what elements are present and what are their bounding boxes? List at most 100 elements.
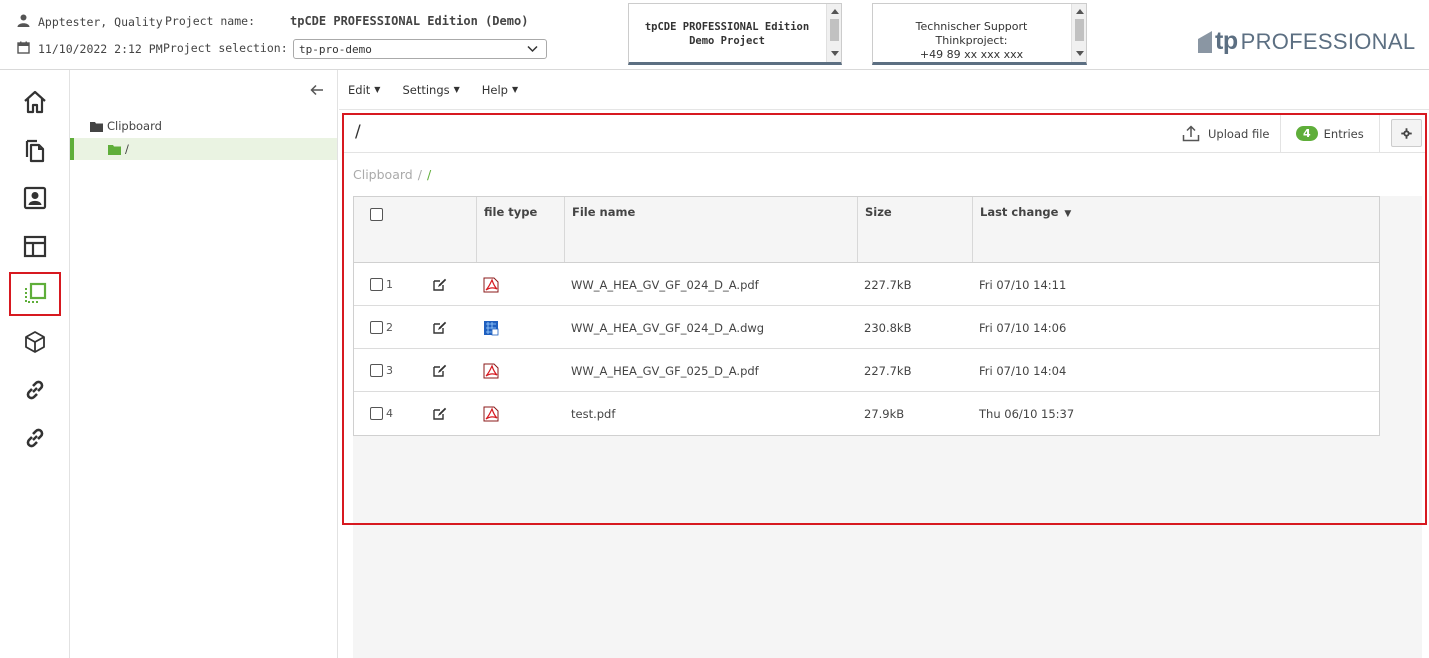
last-change: Fri 07/10 14:06 bbox=[979, 320, 1067, 335]
user-name: Apptester, Quality bbox=[38, 15, 163, 29]
table-header: file type File name Size Last change ▼ bbox=[354, 197, 1379, 263]
pdf-file-icon bbox=[483, 392, 499, 435]
contacts-icon bbox=[23, 186, 47, 210]
support-info-line: Thinkproject: bbox=[935, 34, 1008, 47]
tp-professional-logo: tp PROFESSIONAL bbox=[1198, 27, 1415, 56]
rail-link[interactable] bbox=[9, 368, 61, 412]
breadcrumb-clipboard[interactable]: Clipboard bbox=[353, 167, 413, 182]
sort-desc-icon: ▼ bbox=[1064, 209, 1072, 219]
file-size: 27.9kB bbox=[864, 406, 905, 421]
edit-icon[interactable] bbox=[433, 392, 447, 435]
menu-edit[interactable]: Edit ▼ bbox=[348, 83, 380, 97]
cube-icon bbox=[25, 331, 45, 353]
user-icon bbox=[17, 14, 30, 30]
project-name-label: Project name: bbox=[165, 14, 256, 28]
row-checkbox[interactable] bbox=[370, 321, 383, 334]
project-info-line: Demo Project bbox=[689, 35, 765, 47]
file-size: 230.8kB bbox=[864, 320, 912, 335]
table-row[interactable]: 3 WW_A_HEA_GV_GF_025_D_A.pdf 227.7kB Fri… bbox=[354, 349, 1379, 392]
link-icon bbox=[26, 380, 44, 400]
column-header-file-type[interactable]: file type bbox=[476, 197, 564, 262]
breadcrumb-current: / bbox=[426, 167, 432, 182]
support-info-line: Technischer Support bbox=[915, 20, 1028, 33]
support-info-text: Technischer Support Thinkproject: +49 89… bbox=[873, 20, 1070, 62]
table-row[interactable]: 4 test.pdf 27.9kB Thu 06/10 15:37 bbox=[354, 392, 1379, 435]
tree-node-clipboard[interactable]: Clipboard bbox=[90, 119, 162, 133]
table-row[interactable]: 1 WW_A_HEA_GV_GF_024_D_A.pdf 227.7kB Fri… bbox=[354, 263, 1379, 306]
caret-down-icon: ▼ bbox=[511, 85, 519, 94]
menu-settings[interactable]: Settings ▼ bbox=[402, 83, 459, 97]
rail-cube[interactable] bbox=[9, 320, 61, 364]
home-icon bbox=[24, 90, 46, 114]
edit-icon[interactable] bbox=[433, 306, 447, 349]
select-all-checkbox[interactable] bbox=[370, 208, 383, 221]
pdf-file-icon bbox=[483, 263, 499, 306]
entries-label: Entries bbox=[1323, 126, 1364, 141]
tree-node-root-selected[interactable]: / bbox=[70, 138, 337, 160]
row-checkbox[interactable] bbox=[370, 407, 383, 420]
last-change: Thu 06/10 15:37 bbox=[979, 406, 1075, 421]
file-name[interactable]: WW_A_HEA_GV_GF_024_D_A.dwg bbox=[571, 306, 764, 349]
row-checkbox[interactable] bbox=[370, 278, 383, 291]
column-header-size[interactable]: Size bbox=[857, 197, 972, 262]
icon-rail bbox=[0, 70, 70, 658]
gear-icon bbox=[1401, 127, 1412, 139]
table-layout-icon bbox=[23, 235, 47, 258]
row-checkbox[interactable] bbox=[370, 364, 383, 377]
project-selection-value: tp-pro-demo bbox=[299, 43, 372, 56]
file-name[interactable]: WW_A_HEA_GV_GF_024_D_A.pdf bbox=[571, 263, 759, 306]
row-select: 4 bbox=[370, 392, 393, 435]
upload-file-button[interactable]: Upload file bbox=[1182, 115, 1269, 152]
last-change: Fri 07/10 14:11 bbox=[979, 277, 1067, 292]
file-name[interactable]: WW_A_HEA_GV_GF_025_D_A.pdf bbox=[571, 349, 759, 392]
support-info-line: +49 89 xx xxx xxx bbox=[919, 48, 1024, 61]
folder-icon bbox=[90, 121, 103, 132]
project-info-scrollbar[interactable] bbox=[826, 4, 841, 62]
edit-icon[interactable] bbox=[433, 349, 447, 392]
breadcrumb-separator: / bbox=[417, 167, 422, 182]
table-row[interactable]: 2 WW_A_HEA_GV_GF_024_D_A.dwg 230.8kB Fri… bbox=[354, 306, 1379, 349]
support-info-scrollbar[interactable] bbox=[1071, 4, 1086, 62]
settings-button[interactable] bbox=[1391, 119, 1422, 147]
rail-clipboard[interactable] bbox=[9, 272, 61, 316]
row-select: 3 bbox=[370, 349, 393, 392]
rail-home[interactable] bbox=[9, 80, 61, 124]
user-info: Apptester, Quality bbox=[17, 14, 163, 30]
menu-help[interactable]: Help ▼ bbox=[482, 83, 518, 97]
logo-mark-icon bbox=[1198, 30, 1212, 53]
top-header: Apptester, Quality Project name: tpCDE P… bbox=[0, 0, 1429, 70]
rail-contacts[interactable] bbox=[9, 176, 61, 220]
row-number: 3 bbox=[386, 364, 393, 377]
rail-documents[interactable] bbox=[9, 128, 61, 172]
clipboard-icon bbox=[25, 282, 47, 303]
divider bbox=[1280, 115, 1281, 152]
tree-node-label: Clipboard bbox=[107, 119, 162, 133]
column-header-label: Last change bbox=[980, 205, 1059, 219]
dwg-file-icon bbox=[483, 306, 499, 349]
last-change: Fri 07/10 14:04 bbox=[979, 363, 1067, 378]
tree-node-label: / bbox=[125, 142, 129, 156]
link-icon-2 bbox=[26, 428, 44, 448]
row-number: 1 bbox=[386, 278, 393, 291]
row-select: 1 bbox=[370, 263, 393, 306]
column-header-file-name[interactable]: File name bbox=[564, 197, 857, 262]
divider bbox=[1379, 115, 1380, 152]
project-selection-dropdown[interactable]: tp-pro-demo bbox=[293, 39, 547, 59]
arrow-left-icon bbox=[310, 84, 323, 96]
column-header-last-change[interactable]: Last change ▼ bbox=[972, 197, 1380, 262]
upload-file-label: Upload file bbox=[1208, 126, 1270, 141]
panel-header: / Upload file 4 Entries bbox=[344, 115, 1425, 153]
pdf-file-icon bbox=[483, 349, 499, 392]
rail-table-layout[interactable] bbox=[9, 224, 61, 268]
entries-badge: 4 bbox=[1296, 126, 1318, 141]
datetime-info: 11/10/2022 2:12 PM bbox=[17, 41, 163, 57]
file-name[interactable]: test.pdf bbox=[571, 392, 615, 435]
project-info-line: tpCDE PROFESSIONAL Edition bbox=[644, 21, 810, 33]
logo-professional: PROFESSIONAL bbox=[1240, 28, 1416, 54]
file-size: 227.7kB bbox=[864, 277, 912, 292]
edit-icon[interactable] bbox=[433, 263, 447, 306]
row-select: 2 bbox=[370, 306, 393, 349]
rail-link-2[interactable] bbox=[9, 416, 61, 460]
collapse-panel-button[interactable] bbox=[310, 84, 324, 100]
project-info-box: tpCDE PROFESSIONAL Edition Demo Project bbox=[628, 3, 842, 65]
